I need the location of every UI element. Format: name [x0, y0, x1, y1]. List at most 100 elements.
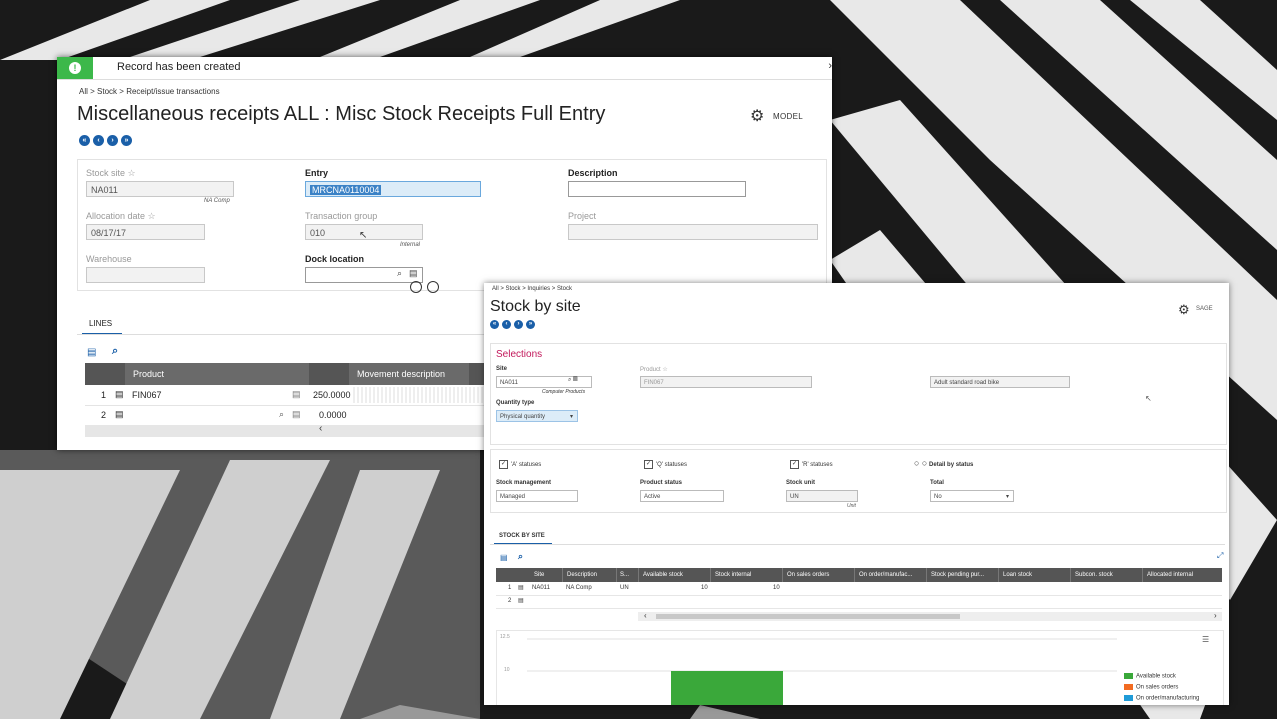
tab-stock-by-site[interactable]: STOCK BY SITE — [499, 533, 545, 539]
product-cell[interactable]: FIN067 — [132, 390, 162, 400]
row-detail-icon[interactable]: ▤ — [115, 409, 124, 420]
selections-title: Selections — [496, 349, 543, 360]
table-row[interactable] — [85, 405, 489, 426]
sage-button[interactable]: SAGE — [1196, 306, 1213, 312]
legend-available-stock[interactable]: Available stock — [1124, 673, 1176, 680]
dock-location-field[interactable] — [305, 267, 423, 283]
a-statuses-checkbox[interactable]: ✓ 'A' statuses — [499, 460, 541, 469]
warehouse-field[interactable] — [86, 267, 205, 283]
success-toast: ! Record has been created › — [57, 57, 832, 80]
legend-on-order-manufacturing[interactable]: On order/manufacturing — [1124, 695, 1199, 702]
tab-lines[interactable]: LINES — [89, 319, 112, 328]
next-record-icon[interactable]: › — [107, 135, 118, 146]
breadcrumb-stock[interactable]: Stock — [97, 87, 117, 96]
stock-internal-cell[interactable]: 10 — [773, 585, 780, 591]
column-product[interactable]: Product — [125, 363, 309, 385]
breadcrumb-inquiries[interactable]: Inquiries — [527, 286, 550, 292]
selection-list-icon[interactable]: ▤ — [409, 268, 418, 279]
entry-field[interactable]: MRCNA0110004 — [305, 181, 481, 197]
column-on-order-manufac[interactable]: On order/manufac... — [854, 568, 926, 582]
row-detail-icon[interactable]: ▤ — [518, 597, 524, 604]
stock-unit-label: Stock unit — [786, 480, 816, 486]
grid-search-icon[interactable]: ⌕ — [112, 345, 118, 358]
quantity-cell[interactable]: 250.0000 — [313, 390, 351, 400]
stock-management-field[interactable]: Managed — [496, 490, 578, 502]
search-icon[interactable]: ⌕ ▤ — [568, 377, 578, 384]
breadcrumb-stock-2[interactable]: Stock — [557, 286, 572, 292]
chart-tick-12-5: 12.5 — [500, 634, 510, 640]
previous-record-icon[interactable]: ‹ — [502, 320, 511, 329]
column-movement-description[interactable]: Movement description — [349, 363, 469, 385]
column-allocated-internal[interactable]: Allocated internal — [1142, 568, 1222, 582]
search-icon[interactable]: ⌕ — [279, 409, 284, 420]
description-field[interactable] — [568, 181, 746, 197]
expand-icon[interactable]: ⤢ — [1217, 551, 1223, 561]
first-record-icon[interactable]: « — [490, 320, 499, 329]
table-row[interactable] — [496, 582, 1222, 596]
breadcrumb-receipt-issue[interactable]: Receipt/issue transactions — [126, 87, 219, 96]
scroll-left-icon[interactable]: ‹ — [319, 423, 322, 434]
grid-search-icon[interactable]: ⌕ — [518, 551, 523, 562]
table-row[interactable] — [496, 595, 1222, 609]
quantity-cell[interactable]: 0.0000 — [319, 410, 347, 420]
q-statuses-checkbox[interactable]: ✓ 'Q' statuses — [644, 460, 687, 469]
description-cell[interactable]: NA Comp — [566, 585, 592, 591]
column-s[interactable]: S... — [616, 568, 638, 582]
column-available-stock[interactable]: Available stock — [638, 568, 710, 582]
breadcrumb-all[interactable]: All — [492, 286, 499, 292]
product-description-field[interactable]: Adult standard road bike — [930, 376, 1070, 388]
gear-icon[interactable]: ⚙ — [1178, 302, 1190, 318]
search-icon[interactable]: ⌕ — [397, 268, 402, 279]
gear-icon[interactable]: ⚙ — [750, 106, 764, 126]
product-status-field[interactable]: Active — [640, 490, 724, 502]
bar-available-stock-na011[interactable] — [671, 671, 783, 705]
column-subcon-stock[interactable]: Subcon. stock — [1070, 568, 1142, 582]
grid-settings-icon[interactable]: ▤ — [87, 347, 96, 358]
selection-list-icon[interactable]: ▤ — [292, 409, 301, 420]
scrollbar-thumb[interactable] — [656, 614, 960, 619]
column-description[interactable]: Description — [562, 568, 616, 582]
breadcrumb: All > Stock > Receipt/issue transactions — [79, 87, 220, 96]
legend-on-sales-orders[interactable]: On sales orders — [1124, 684, 1178, 691]
model-button[interactable]: MODEL — [773, 112, 803, 121]
scroll-right-icon[interactable]: › — [1214, 611, 1217, 620]
detail-by-status-toggle[interactable]: ○ ○ Detail by status — [914, 458, 973, 468]
available-stock-cell[interactable]: 10 — [701, 585, 708, 591]
toast-message: Record has been created — [117, 61, 241, 73]
record-navigation: « ‹ › » — [79, 135, 132, 146]
chart-menu-icon[interactable]: ☰ — [1202, 635, 1209, 644]
column-site[interactable]: Site — [526, 568, 562, 582]
product-field[interactable]: FIN067 — [640, 376, 812, 388]
column-on-sales-orders[interactable]: On sales orders — [782, 568, 854, 582]
close-icon[interactable]: › — [828, 60, 832, 72]
grid-settings-icon[interactable]: ▤ — [500, 553, 508, 562]
quantity-type-select[interactable]: Physical quantity ▾ — [496, 410, 578, 422]
stock-site-field[interactable]: NA011 — [86, 181, 234, 197]
r-statuses-checkbox[interactable]: ✓ 'R' statuses — [790, 460, 833, 469]
first-record-icon[interactable]: « — [79, 135, 90, 146]
row-detail-icon[interactable]: ▤ — [518, 584, 524, 591]
row-detail-icon[interactable]: ▤ — [115, 389, 124, 400]
selection-list-icon[interactable]: ▤ — [292, 389, 301, 400]
breadcrumb-all[interactable]: All — [79, 87, 88, 96]
selections-block — [490, 343, 1227, 445]
column-stock-pending-pur[interactable]: Stock pending pur... — [926, 568, 998, 582]
column-loan-stock[interactable]: Loan stock — [998, 568, 1070, 582]
allocation-date-field[interactable]: 08/17/17 — [86, 224, 205, 240]
project-field[interactable] — [568, 224, 818, 240]
previous-record-icon[interactable]: ‹ — [93, 135, 104, 146]
s-cell[interactable]: UN — [620, 585, 629, 591]
horizontal-scrollbar[interactable] — [85, 425, 489, 437]
next-record-icon[interactable]: › — [514, 320, 523, 329]
breadcrumb: All > Stock > Inquiries > Stock — [492, 286, 572, 292]
total-select[interactable]: No ▾ — [930, 490, 1014, 502]
stock-unit-field[interactable]: UN — [786, 490, 858, 502]
chart-tick-10: 10 — [504, 667, 510, 673]
scroll-left-icon[interactable]: ‹ — [644, 611, 647, 620]
last-record-icon[interactable]: » — [121, 135, 132, 146]
breadcrumb-stock[interactable]: Stock — [506, 286, 521, 292]
last-record-icon[interactable]: » — [526, 320, 535, 329]
column-stock-internal[interactable]: Stock internal — [710, 568, 782, 582]
transaction-group-label: Transaction group — [305, 211, 378, 221]
site-cell[interactable]: NA011 — [532, 585, 550, 591]
